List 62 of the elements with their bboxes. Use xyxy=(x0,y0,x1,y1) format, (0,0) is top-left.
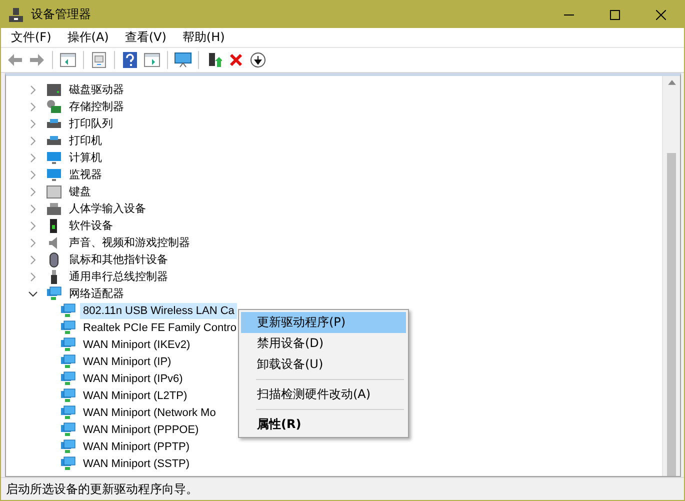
network-adapter-icon xyxy=(46,286,62,302)
tree-item[interactable]: WAN Miniport (PPTP) xyxy=(80,438,193,454)
device-manager-icon xyxy=(9,8,23,22)
status-text: 启动所选设备的更新驱动程序向导。 xyxy=(6,480,198,498)
context-menu-item[interactable]: 扫描检测硬件改动(A) xyxy=(241,384,406,405)
properties-button[interactable] xyxy=(89,50,109,70)
network-adapter-icon xyxy=(60,388,76,404)
monitor-icon xyxy=(46,150,62,166)
menu-item[interactable]: 帮助(H) xyxy=(174,28,233,47)
minimize-icon xyxy=(564,14,574,16)
network-adapter-icon xyxy=(60,336,76,352)
tree-item[interactable]: Realtek PCIe FE Family Contro xyxy=(80,320,240,336)
network-adapter-icon xyxy=(60,438,76,454)
tree-item[interactable]: WAN Miniport (L2TP) xyxy=(80,388,190,404)
monitor-icon xyxy=(46,166,62,182)
context-menu-item[interactable]: 属性(R) xyxy=(241,414,406,435)
tree-item[interactable]: 磁盘驱动器 xyxy=(66,82,127,98)
scrollbar-thumb[interactable] xyxy=(667,152,676,476)
menu-item[interactable]: 文件(F) xyxy=(3,28,60,47)
console-tree-button[interactable] xyxy=(58,50,78,70)
tree-item[interactable]: 802.11n USB Wireless LAN Ca xyxy=(80,302,238,318)
network-adapter-icon xyxy=(60,370,76,386)
tree-item[interactable]: 打印队列 xyxy=(66,116,116,132)
scan-hardware-button[interactable] xyxy=(173,50,193,70)
tree-item[interactable]: 计算机 xyxy=(66,150,105,166)
network-adapter-icon xyxy=(60,320,76,336)
tree-item[interactable]: 人体学输入设备 xyxy=(66,200,149,216)
view-button[interactable] xyxy=(142,50,162,70)
scroll-up-icon[interactable] xyxy=(668,80,676,85)
context-menu-item[interactable]: 更新驱动程序(P) xyxy=(241,312,406,333)
network-adapter-icon xyxy=(60,302,76,318)
tree-item[interactable]: WAN Miniport (IP) xyxy=(80,354,174,370)
storage-controller-icon xyxy=(46,98,62,114)
network-adapter-icon xyxy=(60,354,76,370)
tree-item[interactable]: WAN Miniport (IKEv2) xyxy=(80,336,194,352)
scrollbar[interactable] xyxy=(662,76,680,476)
tree-item[interactable]: WAN Miniport (IPv6) xyxy=(80,370,186,386)
menu-item[interactable]: 查看(V) xyxy=(116,28,174,47)
tree-item[interactable]: WAN Miniport (SSTP) xyxy=(80,456,193,472)
close-icon xyxy=(656,10,666,20)
context-menu-item[interactable]: 卸载设备(U) xyxy=(241,354,406,375)
tree-item[interactable]: 声音、视频和游戏控制器 xyxy=(66,234,193,250)
tree-item[interactable]: 通用串行总线控制器 xyxy=(66,268,171,284)
network-adapter-icon xyxy=(60,422,76,438)
tree-item[interactable]: 存储控制器 xyxy=(66,98,127,114)
help-button[interactable] xyxy=(120,50,140,70)
network-adapter-icon xyxy=(60,456,76,472)
tree-item[interactable]: 监视器 xyxy=(66,166,105,182)
tree-item[interactable]: 网络适配器 xyxy=(66,286,127,302)
drive-icon xyxy=(46,82,62,98)
maximize-icon xyxy=(610,10,620,20)
context-menu-item[interactable]: 禁用设备(D) xyxy=(241,333,406,354)
menu-item[interactable]: 操作(A) xyxy=(59,28,117,47)
tree-item[interactable]: 鼠标和其他指针设备 xyxy=(66,252,171,268)
tree-item[interactable]: 打印机 xyxy=(66,132,105,148)
disable-device-button[interactable] xyxy=(248,50,268,70)
window-title: 设备管理器 xyxy=(31,6,92,23)
tree-item[interactable]: 软件设备 xyxy=(66,218,116,234)
tree-item[interactable]: 键盘 xyxy=(66,184,94,200)
tree-item[interactable]: WAN Miniport (PPPOE) xyxy=(80,422,202,438)
tree-item[interactable]: WAN Miniport (Network Mo xyxy=(80,404,219,420)
network-adapter-icon xyxy=(60,404,76,420)
